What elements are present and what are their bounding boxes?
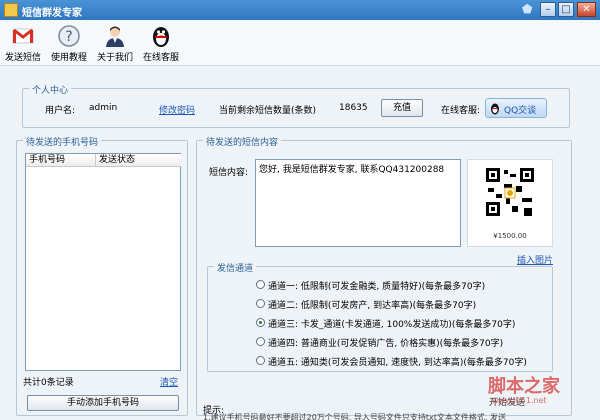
- person-icon: [103, 24, 127, 48]
- qr-code-icon: [484, 166, 536, 218]
- channel-2-radio[interactable]: [256, 299, 265, 308]
- channel-5-label: 通道五: 通知类(可发会员通知, 速度快, 到达率高)(每条最多70字): [268, 358, 527, 368]
- sms-content-textarea[interactable]: 您好, 我是短信群发专家, 联系QQ431200288: [255, 159, 461, 247]
- help-icon: ?: [57, 24, 81, 48]
- online-service-text: 在线客服:: [441, 106, 481, 116]
- channel-4-radio[interactable]: [256, 337, 265, 346]
- window-title: 短信群发专家: [22, 8, 82, 19]
- channel-3-label: 通道三: 卡发_通道(卡发通道, 100%发送成功)(每条最多70字): [268, 320, 516, 330]
- remaining-count: 18635: [339, 103, 368, 113]
- toolbar: 发送短信 ? 使用教程 关于我们 在线客服: [0, 20, 600, 66]
- channel-title: 发信通道: [214, 261, 257, 274]
- sms-content-text: 您好, 我是短信群发专家, 联系QQ431200288: [259, 165, 445, 175]
- about-us-label: 关于我们: [96, 53, 133, 63]
- channel-5-radio[interactable]: [256, 356, 265, 365]
- qr-price: ¥1500.00: [493, 232, 527, 240]
- insert-image-link[interactable]: 插入图片: [517, 253, 553, 266]
- watermark-url: www.jb51.net: [492, 396, 547, 405]
- content-title: 待发送的短信内容: [203, 135, 282, 148]
- channel-1-radio[interactable]: [256, 280, 265, 289]
- qq-penguin-icon: [149, 24, 173, 48]
- col-phone-header[interactable]: 手机号码: [26, 154, 96, 167]
- channel-3-radio[interactable]: [256, 318, 265, 327]
- tips-line-1: 1.建议手机号码最好不要超过20万个号码, 导入号码文件只支持txt文本文件格式…: [203, 413, 506, 420]
- qq-chat-label: QQ交谈: [504, 106, 537, 116]
- qq-chat-button[interactable]: QQ交谈: [485, 98, 547, 118]
- send-sms-label: 发送短信: [4, 53, 41, 63]
- online-service-label: 在线客服: [142, 53, 179, 63]
- channel-group: 发信通道 通道一: 低限制(可发金融类, 质量特好)(每条最多70字) 通道二:…: [207, 261, 553, 372]
- phone-list[interactable]: 手机号码 发送状态: [25, 153, 181, 371]
- recharge-button[interactable]: 充值: [381, 99, 423, 117]
- qr-code-image: ¥1500.00: [467, 159, 553, 247]
- remaining-label: 当前剩余短信数量(条数): [219, 106, 317, 116]
- channel-2-label: 通道二: 低限制(可发房产, 到达率高)(每条最多70字): [268, 301, 477, 311]
- svg-text:?: ?: [65, 29, 72, 45]
- username-label: 用户名:: [45, 106, 76, 116]
- user-center-group: 个人中心 用户名: admin 修改密码 当前剩余短信数量(条数) 18635 …: [22, 83, 570, 128]
- title-bar[interactable]: 短信群发专家 ⬟ – □ ✕: [0, 0, 600, 20]
- username-value: admin: [89, 103, 118, 113]
- user-center-title: 个人中心: [29, 83, 72, 96]
- gmail-envelope-icon: [11, 24, 35, 48]
- skin-icon[interactable]: ⬟: [522, 3, 534, 16]
- send-sms-button[interactable]: 发送短信: [0, 22, 46, 64]
- minimize-button[interactable]: –: [540, 2, 556, 17]
- clear-link[interactable]: 清空: [160, 375, 178, 388]
- phones-group: 待发送的手机号码 手机号码 发送状态 共计0条记录 清空 手动添加手机号码: [16, 135, 188, 416]
- tutorial-button[interactable]: ? 使用教程: [46, 22, 92, 64]
- maximize-button[interactable]: □: [558, 2, 574, 17]
- phones-title: 待发送的手机号码: [23, 135, 102, 148]
- change-password-link[interactable]: 修改密码: [159, 103, 195, 116]
- tutorial-label: 使用教程: [50, 53, 87, 63]
- qq-penguin-icon: [489, 102, 501, 115]
- record-total: 共计0条记录: [23, 378, 74, 388]
- watermark-text: 脚本之家: [488, 376, 560, 397]
- sms-content-label: 短信内容:: [209, 168, 249, 178]
- col-status-header[interactable]: 发送状态: [96, 154, 181, 167]
- app-icon: [4, 3, 18, 17]
- online-service-button[interactable]: 在线客服: [138, 22, 184, 64]
- close-button[interactable]: ✕: [577, 2, 596, 17]
- channel-1-label: 通道一: 低限制(可发金融类, 质量特好)(每条最多70字): [268, 282, 486, 292]
- about-us-button[interactable]: 关于我们: [92, 22, 138, 64]
- add-phone-button[interactable]: 手动添加手机号码: [27, 395, 179, 411]
- channel-4-label: 通道四: 普通商业(可发促销广告, 价格实惠)(每条最多70字): [268, 339, 504, 349]
